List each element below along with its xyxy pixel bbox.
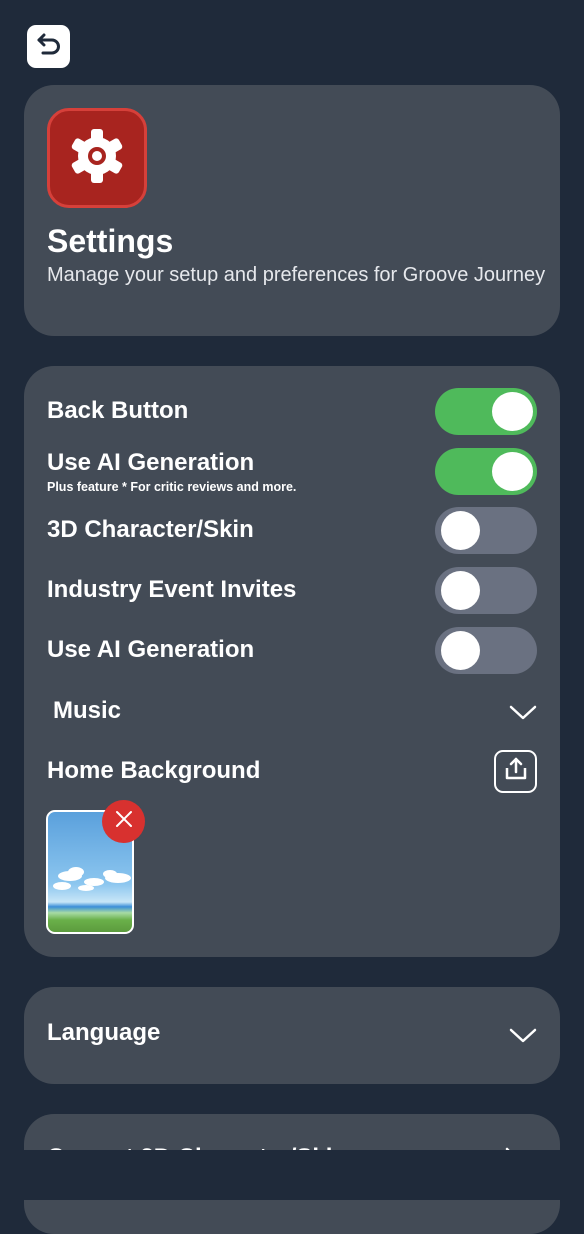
use-ai-generation-sublabel: Plus feature * For critic reviews and mo… xyxy=(47,480,297,494)
use-ai-generation-2-toggle[interactable] xyxy=(435,627,537,674)
3d-character-skin-label: 3D Character/Skin xyxy=(47,516,254,543)
bottom-fade xyxy=(0,1150,584,1200)
upload-background-button[interactable] xyxy=(494,750,537,793)
toggle-knob xyxy=(441,511,480,550)
undo-arrow-icon xyxy=(36,33,62,60)
use-ai-generation-label: Use AI Generation xyxy=(47,449,255,476)
settings-options-card: Back Button Use AI Generation Plus featu… xyxy=(24,366,560,957)
page-title: Settings xyxy=(47,223,174,259)
home-background-label: Home Background xyxy=(47,757,261,784)
use-ai-generation-toggle[interactable] xyxy=(435,448,537,495)
use-ai-generation-2-label: Use AI Generation xyxy=(47,636,255,663)
back-button-toggle[interactable] xyxy=(435,388,537,435)
chevron-down-icon[interactable] xyxy=(508,702,538,722)
back-button-setting-label: Back Button xyxy=(47,397,189,424)
page-subtitle: Manage your setup and preferences for Gr… xyxy=(47,264,546,286)
toggle-knob xyxy=(441,571,480,610)
chevron-down-icon xyxy=(508,1025,538,1045)
remove-background-button[interactable] xyxy=(102,800,145,843)
gear-icon xyxy=(67,126,127,191)
settings-header-card: Settings Manage your setup and preferenc… xyxy=(24,85,560,336)
close-icon xyxy=(115,810,133,833)
3d-character-skin-toggle[interactable] xyxy=(435,507,537,554)
industry-event-invites-label: Industry Event Invites xyxy=(47,576,297,603)
language-dropdown[interactable]: Language xyxy=(24,987,560,1084)
toggle-knob xyxy=(492,392,533,431)
settings-app-icon xyxy=(47,108,147,208)
toggle-knob xyxy=(492,452,533,491)
industry-event-invites-toggle[interactable] xyxy=(435,567,537,614)
music-dropdown-label[interactable]: Music xyxy=(53,697,121,725)
language-label: Language xyxy=(47,1019,161,1046)
toggle-knob xyxy=(441,631,480,670)
upload-icon xyxy=(504,756,528,787)
back-button[interactable] xyxy=(27,25,70,68)
